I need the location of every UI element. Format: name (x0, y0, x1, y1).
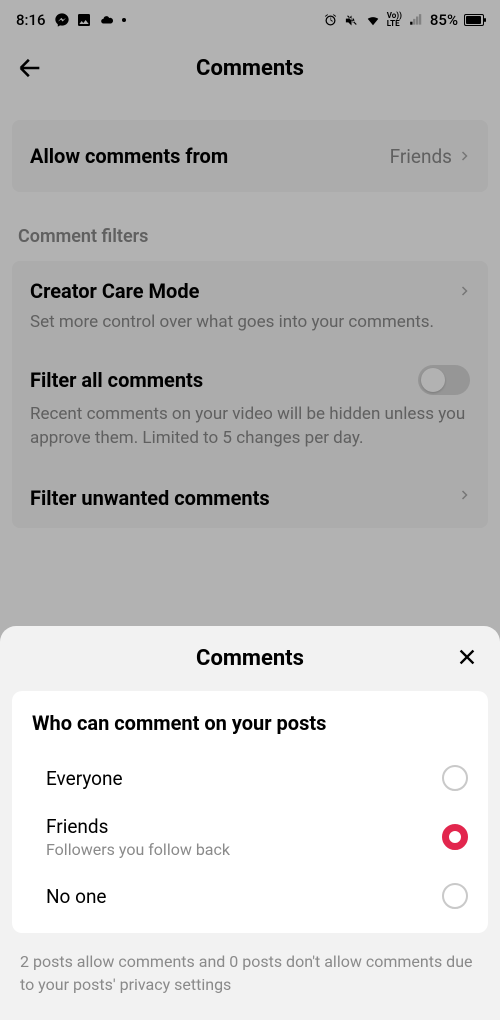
radio-icon-selected (442, 824, 468, 850)
comments-permission-sheet: Comments Who can comment on your posts E… (0, 626, 500, 1020)
radio-icon (442, 765, 468, 791)
radio-icon (442, 883, 468, 909)
close-button[interactable] (456, 646, 478, 668)
option-everyone[interactable]: Everyone (32, 753, 468, 803)
option-label: Everyone (46, 767, 123, 790)
option-no-one[interactable]: No one (32, 871, 468, 921)
option-label: No one (46, 885, 107, 908)
sheet-footer-note: 2 posts allow comments and 0 posts don't… (20, 951, 480, 996)
sheet-question: Who can comment on your posts (32, 711, 468, 735)
option-label: Friends (46, 815, 230, 838)
back-button[interactable] (16, 54, 44, 82)
option-friends[interactable]: Friends Followers you follow back (32, 803, 468, 871)
sheet-title: Comments (12, 646, 488, 671)
option-sublabel: Followers you follow back (46, 840, 230, 859)
